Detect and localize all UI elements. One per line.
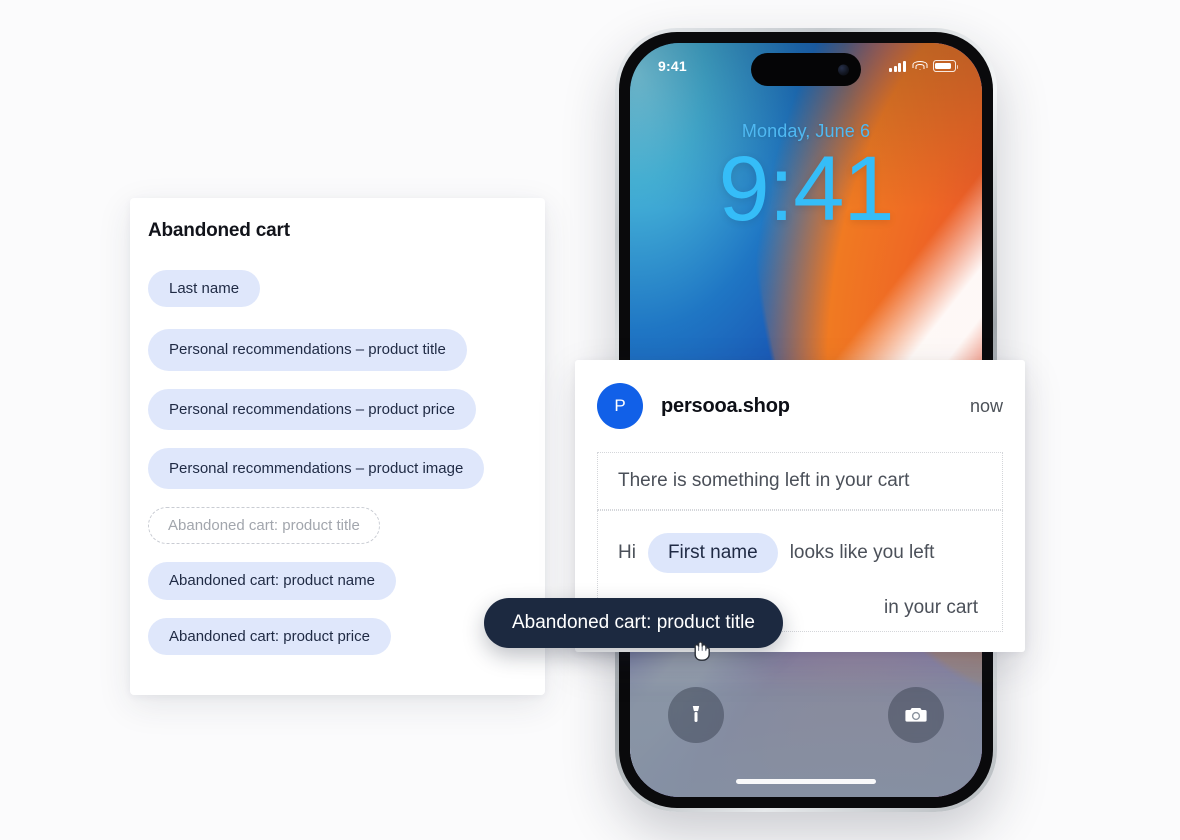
token-chip-recommendations-product-title[interactable]: Personal recommendations – product title <box>148 329 467 371</box>
grabbing-hand-cursor <box>686 632 720 666</box>
panel-title: Abandoned cart <box>148 220 290 241</box>
battery-icon <box>933 60 959 72</box>
token-chip-placeholder-abandoned-cart-product-title: Abandoned cart: product title <box>148 507 380 545</box>
lock-screen-quick-actions <box>630 687 982 745</box>
token-chip-last-name[interactable]: Last name <box>148 270 261 308</box>
abandoned-cart-token-panel: Abandoned cart Last name Personal recomm… <box>130 198 545 695</box>
token-chip-abandoned-cart-product-price[interactable]: Abandoned cart: product price <box>148 617 391 655</box>
token-chip-recommendations-product-price[interactable]: Personal recommendations – product price <box>148 388 476 430</box>
avatar: P <box>597 383 643 429</box>
lock-screen-clock: 9:41 <box>718 138 894 240</box>
dynamic-island <box>751 53 861 86</box>
notification-header: P persooa.shop now <box>597 380 1003 432</box>
token-chip-list: Last name Personal recommendations – pro… <box>148 270 535 673</box>
body-text-greeting: Hi <box>618 541 636 563</box>
body-text-tail: in your cart <box>884 596 978 618</box>
camera-button[interactable] <box>888 687 944 743</box>
flashlight-icon <box>692 706 700 722</box>
flashlight-button[interactable] <box>668 687 724 743</box>
token-chip-abandoned-cart-product-name[interactable]: Abandoned cart: product name <box>148 562 396 600</box>
notification-app-name: persooa.shop <box>661 394 790 417</box>
body-text-middle: looks like you left <box>789 541 935 563</box>
notification-title-dropzone[interactable]: There is something left in your cart <box>597 452 1003 510</box>
wifi-icon <box>912 60 927 72</box>
cellular-signal-icon <box>889 60 906 72</box>
home-indicator <box>736 778 876 784</box>
notification-timestamp: now <box>969 395 1003 416</box>
status-bar-time: 9:41 <box>658 58 687 74</box>
notification-title-text: There is something left in your cart <box>618 470 910 491</box>
screenshot-stage: Abandoned cart Last name Personal recomm… <box>0 0 1180 840</box>
status-bar-indicators <box>889 60 959 72</box>
token-chip-first-name[interactable]: First name <box>647 532 778 573</box>
front-camera-icon <box>838 64 849 75</box>
dragged-token-pill[interactable]: Abandoned cart: product title <box>484 598 783 648</box>
camera-icon <box>905 708 927 722</box>
notification-body-line-1: Hi First name looks like you left <box>618 532 982 573</box>
token-chip-recommendations-product-image[interactable]: Personal recommendations – product image <box>148 447 485 489</box>
